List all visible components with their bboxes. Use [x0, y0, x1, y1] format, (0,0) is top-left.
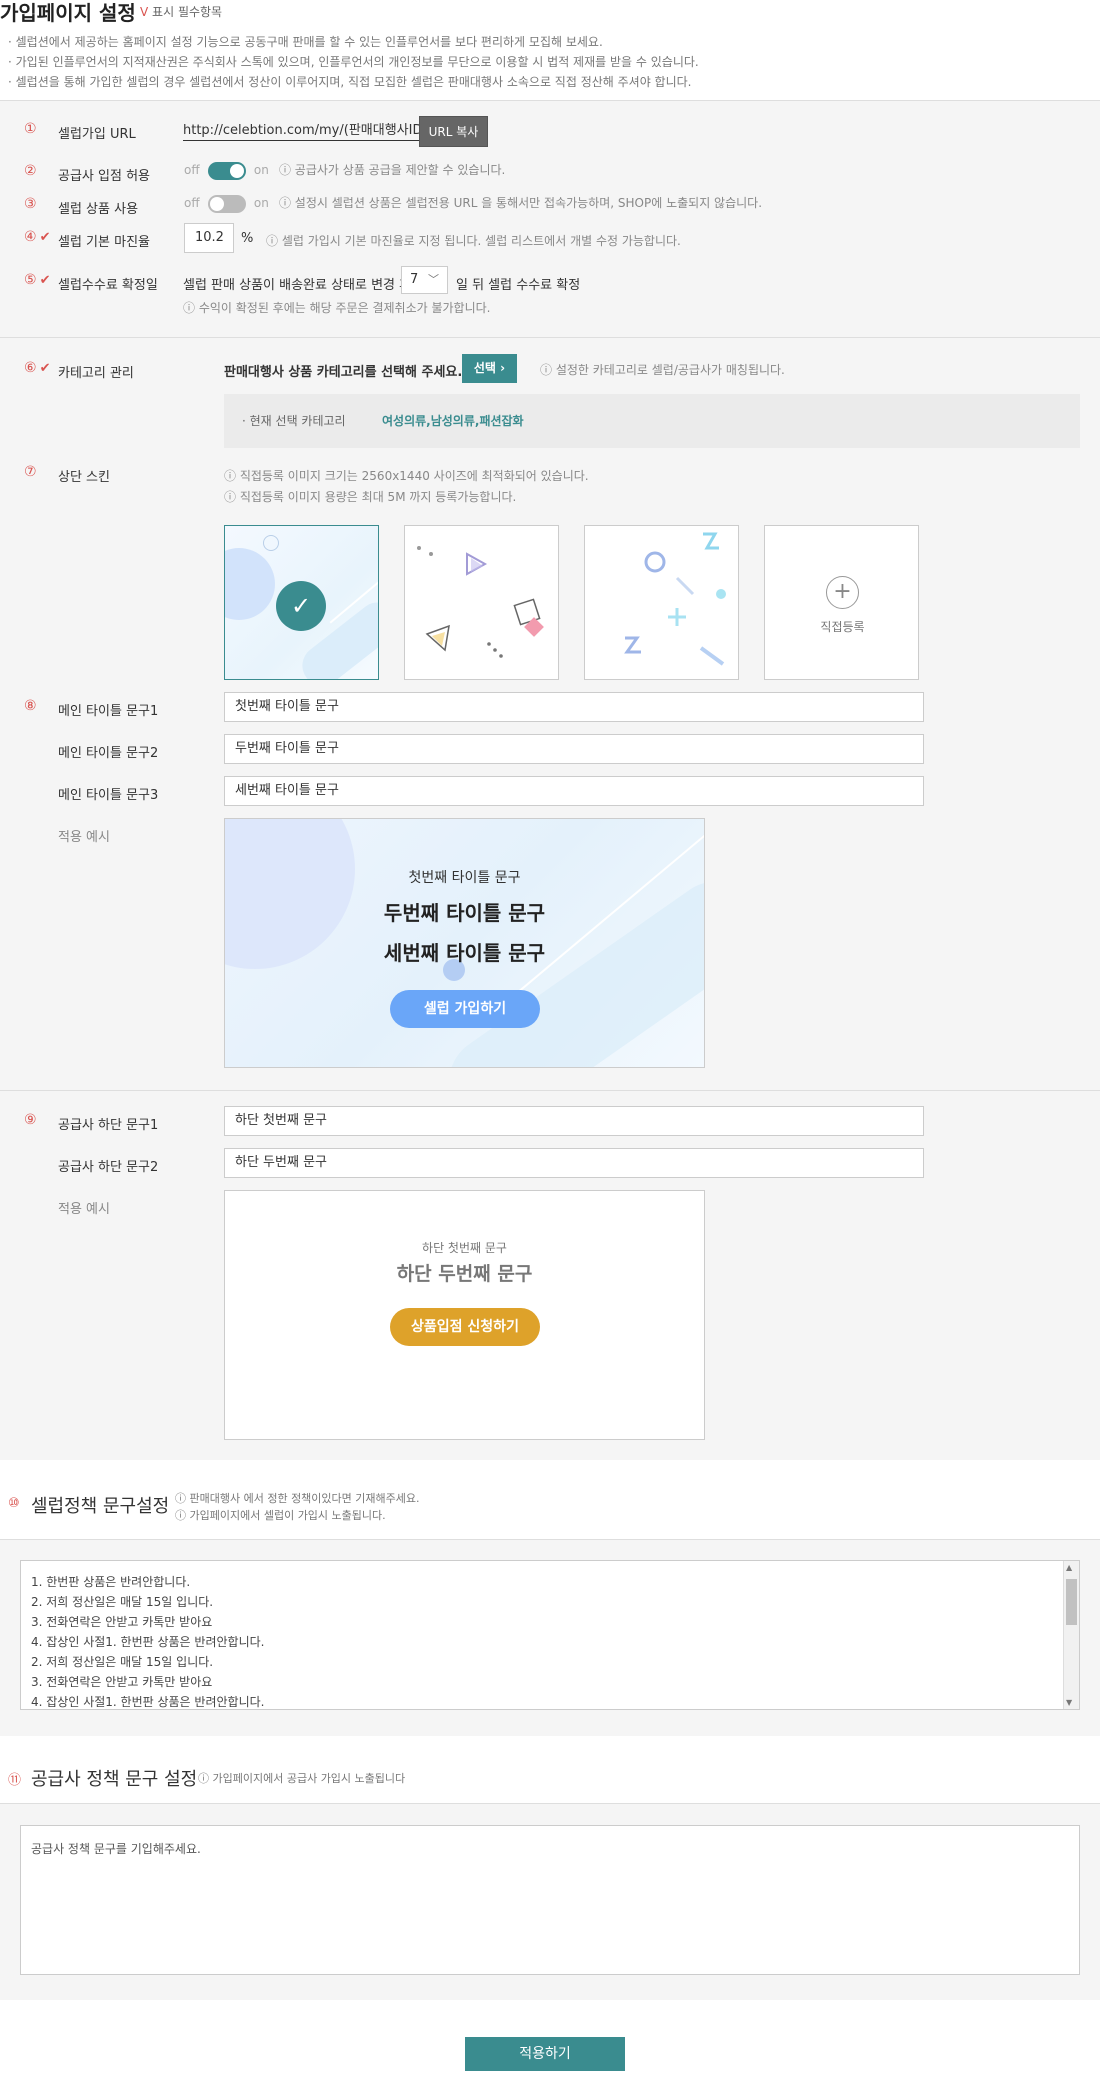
signup-url-label: 셀럽가입 URL: [58, 127, 136, 142]
scroll-up-icon[interactable]: ▲: [1066, 1563, 1072, 1572]
main-title3-input[interactable]: 세번째 타이틀 문구: [224, 776, 924, 806]
plus-icon: +: [826, 576, 859, 609]
skin-option-3[interactable]: [584, 525, 739, 680]
geometric-pattern-icon: [417, 546, 544, 658]
current-category-box: · 현재 선택 카테고리 여성의류,남성의류,패션잡화: [224, 394, 1080, 448]
top-skin-notes: ⓘ 직접등록 이미지 크기는 2560x1440 사이즈에 최적화되어 있습니다…: [224, 469, 589, 504]
celeb-product-toggle-row: off on ⓘ 설정시 셀럽션 상품은 셀럽전용 URL 을 통해서만 접속가…: [184, 194, 762, 213]
signup-url[interactable]: http://celebtion.com/my/(판매대행사ID): [183, 119, 428, 141]
fee-confirm-label: 셀럽수수료 확정일: [58, 278, 158, 293]
category-note: ⓘ 설정한 카테고리로 셀럽/공급사가 매칭됩니다.: [540, 363, 785, 377]
supplier-entry-note: ⓘ 공급사가 상품 공급을 제안할 수 있습니다.: [278, 163, 506, 177]
preview-title1: 첫번째 타이틀 문구: [408, 870, 521, 886]
supplier-preview: 하단 첫번째 문구 하단 두번째 문구 상품입점 신청하기: [224, 1190, 705, 1440]
basic-settings-section: [0, 101, 1100, 337]
supplier-entry-toggle[interactable]: [207, 161, 246, 180]
page-header: 가입페이지 설정 V 표시 필수항목 · 셀럽션에서 제공하는 홈페이지 설정 …: [0, 0, 1100, 100]
url-copy-button[interactable]: URL 복사: [419, 116, 488, 147]
celeb-product-label: 셀럽 상품 사용: [58, 202, 139, 217]
margin-rate-unit: %: [241, 231, 254, 246]
supplier-policy-textarea[interactable]: 공급사 정책 문구를 기입해주세요.: [20, 1825, 1080, 1975]
current-category-value: 여성의류,남성의류,패션잡화: [382, 414, 524, 428]
apply-button[interactable]: 적용하기: [465, 2037, 625, 2071]
header-notes: · 셀럽션에서 제공하는 홈페이지 설정 기능으로 공동구매 판매를 할 수 있…: [8, 35, 699, 89]
page-title: 가입페이지 설정: [0, 1, 136, 25]
custom-upload-label: 직접등록: [820, 620, 865, 634]
supplier-preview-label: 적용 예시: [58, 1202, 110, 1217]
main-title2-input[interactable]: 두번째 타이틀 문구: [224, 734, 924, 764]
margin-rate-label: 셀럽 기본 마진율: [58, 235, 150, 250]
supplier-bottom2-label: 공급사 하단 문구2: [58, 1160, 159, 1175]
preview-title3: 세번째 타이틀 문구: [383, 941, 546, 965]
category-select-button[interactable]: 선택 ›: [462, 354, 517, 383]
item-number: ⑤ ✔: [24, 272, 51, 288]
category-prompt: 판매대행사 상품 카테고리를 선택해 주세요.: [224, 365, 463, 380]
celeb-signup-button: 셀럽 가입하기: [390, 990, 540, 1028]
skin-option-2[interactable]: [404, 525, 559, 680]
supplier-bottom1-label: 공급사 하단 문구1: [58, 1118, 159, 1133]
preview-bottom-text1: 하단 첫번째 문구: [422, 1241, 507, 1255]
item-number: ③: [24, 196, 37, 212]
supplier-entry-toggle-row: off on ⓘ 공급사가 상품 공급을 제안할 수 있습니다.: [184, 161, 505, 180]
item-number: ②: [24, 163, 37, 179]
supplier-bottom2-input[interactable]: 하단 두번째 문구: [224, 1148, 924, 1178]
required-check-icon: ✔: [39, 273, 51, 288]
main-title3-label: 메인 타이틀 문구3: [58, 788, 159, 803]
supplier-policy-header: ⑪ 공급사 정책 문구 설정 ⓘ 가입페이지에서 공급사 가입시 노출됩니다: [0, 1736, 1100, 1804]
celeb-policy-header: ⑩ 셀럽정책 문구설정 ⓘ 판매대행사 에서 정한 정책이있다면 기재해주세요.…: [0, 1460, 1100, 1540]
scrollbar-thumb[interactable]: [1066, 1579, 1077, 1625]
top-skin-label: 상단 스킨: [58, 470, 110, 485]
skin-option-1[interactable]: ✓: [224, 525, 379, 680]
item-number: ⑨: [24, 1112, 37, 1128]
required-check-icon: ✔: [39, 361, 51, 376]
skin-custom-upload[interactable]: + 직접등록: [764, 525, 919, 680]
supplier-bottom1-input[interactable]: 하단 첫번째 문구: [224, 1106, 924, 1136]
supplier-policy-title: 공급사 정책 문구 설정: [31, 1769, 198, 1790]
fee-days-select[interactable]: 7 ﹀: [401, 266, 448, 294]
item-number: ⑧: [24, 698, 37, 714]
celeb-policy-textarea[interactable]: 1. 한번판 상품은 반려안합니다. 2. 저희 정산일은 매달 15일 입니다…: [20, 1560, 1080, 1710]
celeb-policy-title: 셀럽정책 문구설정: [31, 1496, 170, 1517]
celeb-product-note: ⓘ 설정시 셀럽션 상품은 셀럽전용 URL 을 통해서만 접속가능하며, SH…: [278, 196, 763, 210]
preview-title2: 두번째 타이틀 문구: [383, 901, 546, 925]
scroll-down-icon[interactable]: ▼: [1066, 1698, 1072, 1707]
item-number: ⑥ ✔: [24, 360, 51, 376]
main-title1-label: 메인 타이틀 문구1: [58, 704, 159, 719]
preview-bottom-text2: 하단 두번째 문구: [396, 1263, 533, 1285]
supplier-entry-label: 공급사 입점 허용: [58, 169, 150, 184]
fee-confirm-text: 셀럽 판매 상품이 배송완료 상태로 변경 후: [183, 278, 412, 293]
item-number: ⑦: [24, 464, 37, 480]
fee-confirm-text-after: 일 뒤 셀럽 수수료 확정: [456, 278, 581, 293]
pastel-pattern-icon: [624, 532, 726, 666]
main-preview-label: 적용 예시: [58, 830, 110, 845]
required-check-icon: ✔: [39, 230, 51, 245]
selected-check-icon: ✓: [276, 581, 326, 631]
scrollbar[interactable]: ▲ ▼: [1063, 1561, 1079, 1709]
main-title1-input[interactable]: 첫번째 타이틀 문구: [224, 692, 924, 722]
fee-confirm-note: ⓘ 수익이 확정된 후에는 해당 주문은 결제취소가 불가합니다.: [183, 301, 491, 315]
main-preview: 첫번째 타이틀 문구 두번째 타이틀 문구 세번째 타이틀 문구 셀럽 가입하기: [224, 818, 705, 1068]
supplier-apply-button: 상품입점 신청하기: [390, 1308, 540, 1346]
celeb-product-toggle[interactable]: [207, 194, 246, 213]
required-legend: V 표시 필수항목: [140, 5, 223, 19]
item-number: ①: [24, 121, 37, 137]
category-label: 카테고리 관리: [58, 366, 134, 381]
chevron-down-icon: ﹀: [428, 273, 439, 286]
margin-rate-input[interactable]: 10.2: [184, 223, 234, 253]
item-number: ④ ✔: [24, 229, 51, 245]
margin-rate-note: ⓘ 셀럽 가입시 기본 마진율로 지정 됩니다. 셀럽 리스트에서 개별 수정 …: [266, 234, 681, 248]
main-title2-label: 메인 타이틀 문구2: [58, 746, 159, 761]
